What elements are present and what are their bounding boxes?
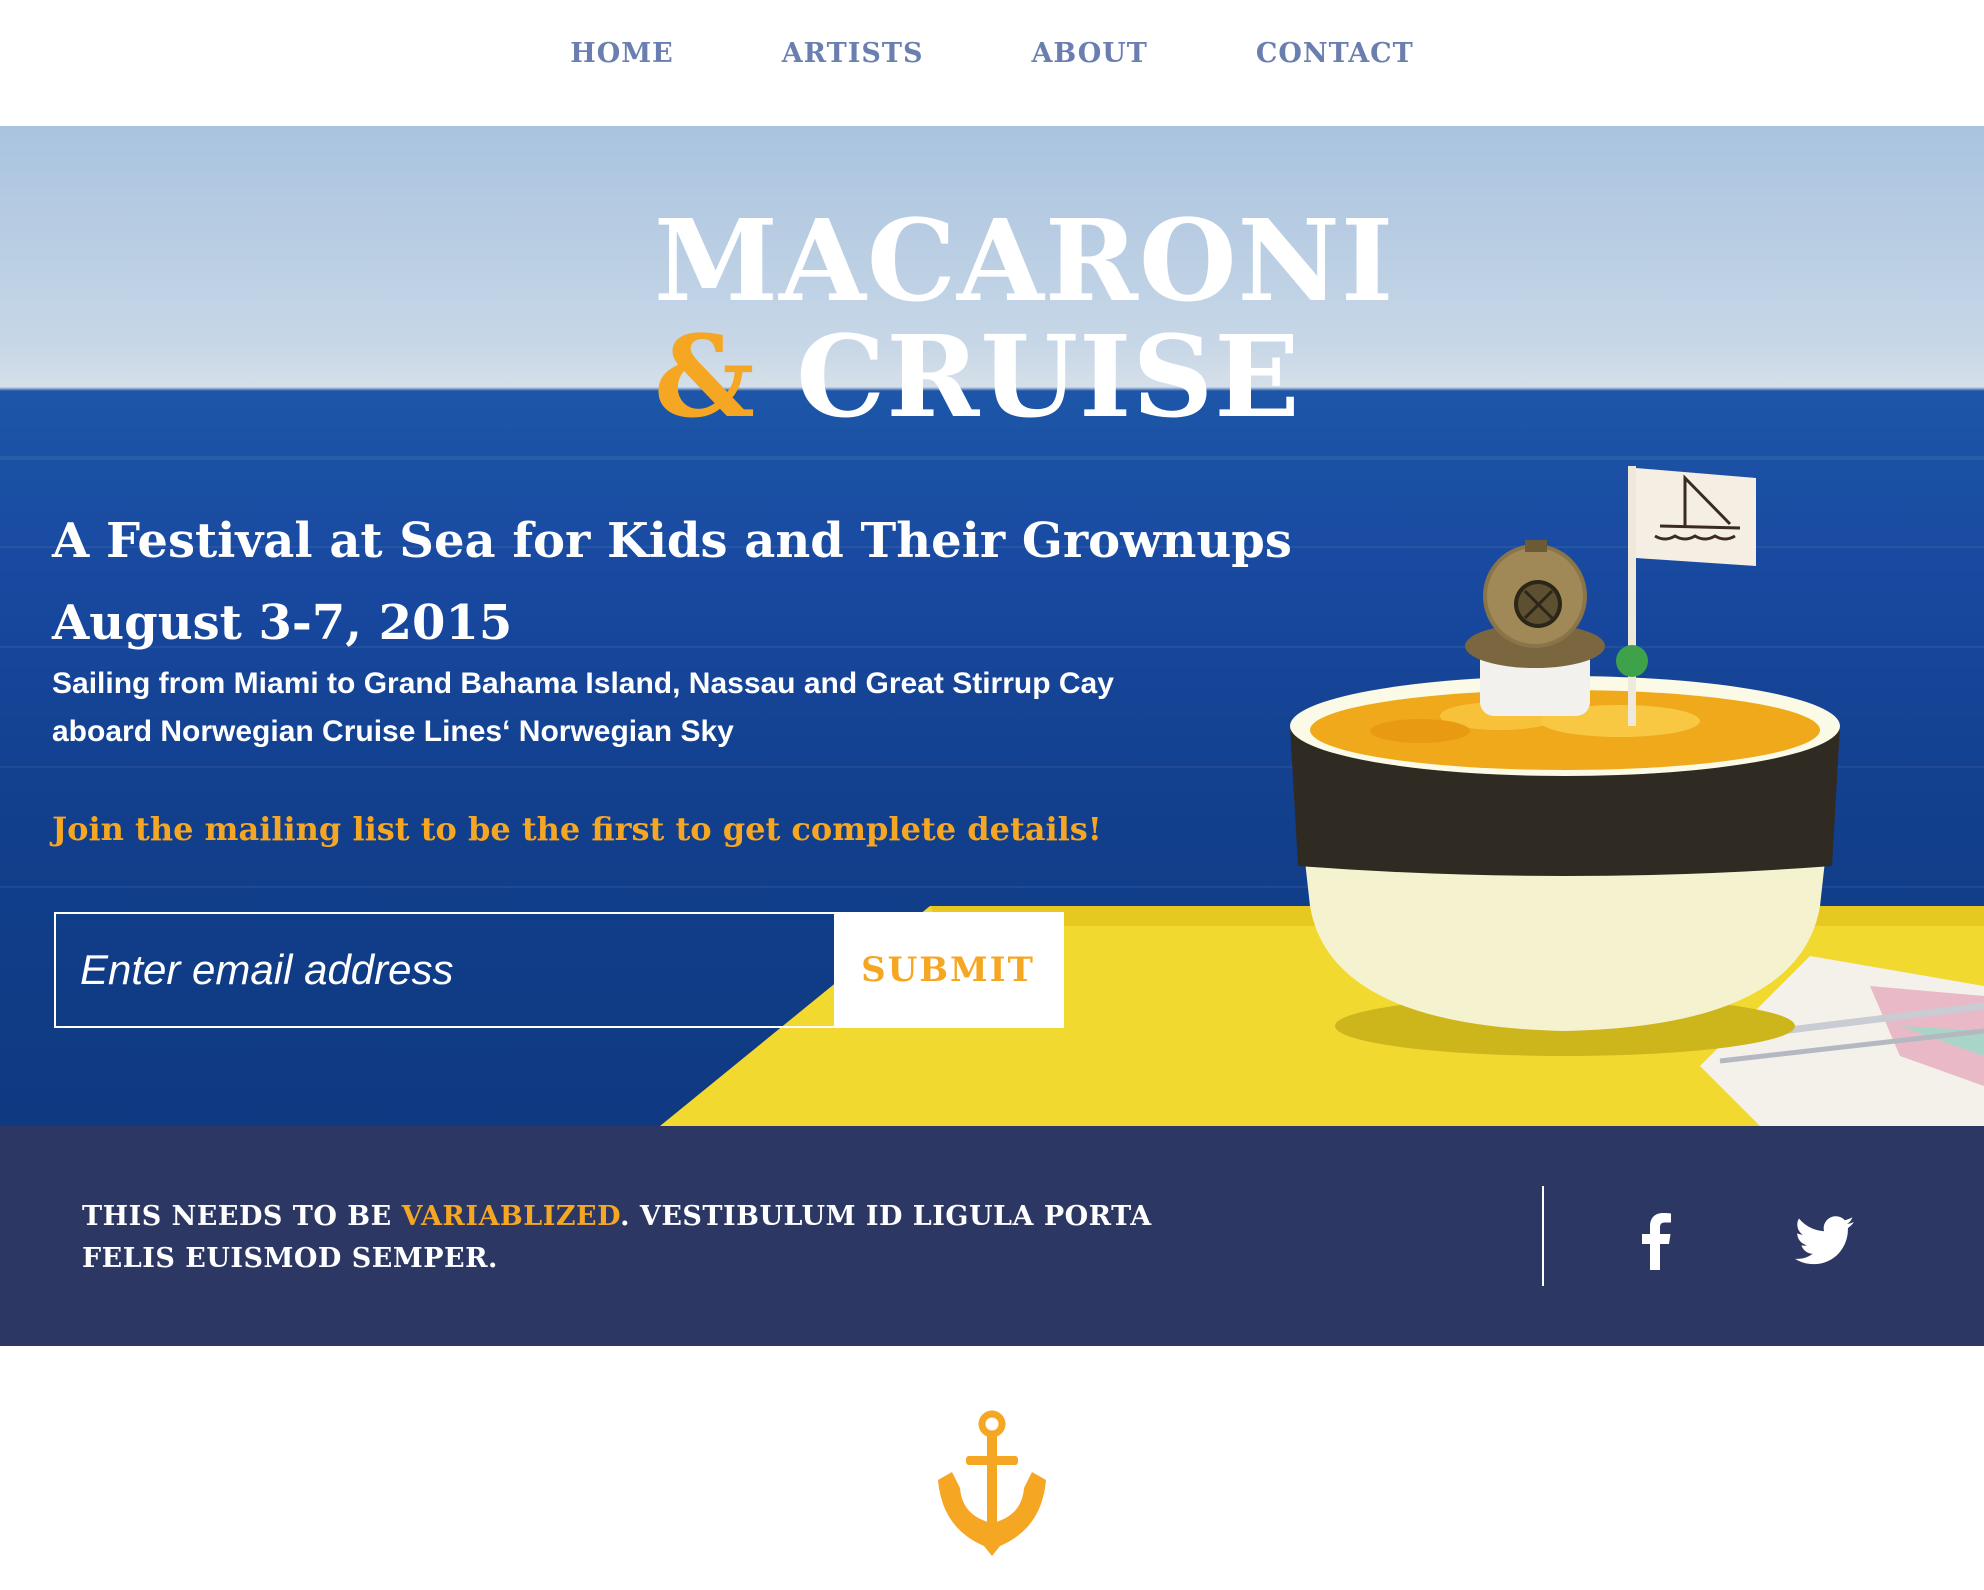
- title-ampersand: &: [654, 312, 757, 443]
- nav-contact[interactable]: CONTACT: [1256, 38, 1414, 69]
- top-nav: HOME ARTISTS ABOUT CONTACT: [0, 0, 1984, 126]
- facebook-icon: [1642, 1213, 1671, 1270]
- submit-button[interactable]: SUBMIT: [834, 914, 1062, 1026]
- sailing-ship: aboard Norwegian Cruise Lines‘ Norwegian…: [52, 715, 734, 748]
- band-text-highlight: VARIABLIZED: [401, 1201, 621, 1232]
- band-divider: [1542, 1186, 1544, 1286]
- twitter-icon: [1795, 1216, 1854, 1265]
- sailing-details: Sailing from Miami to Grand Bahama Islan…: [52, 660, 1114, 756]
- anchor-icon: [938, 1410, 1046, 1556]
- nav-home[interactable]: HOME: [570, 38, 674, 69]
- sailing-route: Sailing from Miami to Grand Bahama Islan…: [52, 667, 1114, 700]
- title-line-2: CRUISE: [796, 312, 1301, 443]
- festival-tagline: A Festival at Sea for Kids and Their Gro…: [52, 500, 1292, 664]
- tagline-dates: August 3-7, 2015: [52, 595, 513, 651]
- band-text-start: THIS NEEDS TO BE: [82, 1201, 402, 1232]
- info-band: THIS NEEDS TO BE VARIABLIZED. VESTIBULUM…: [0, 1126, 1984, 1346]
- nav-artists[interactable]: ARTISTS: [782, 38, 924, 69]
- festival-title: MACARONI & CRUISE: [654, 204, 1394, 436]
- bowl-image: [1290, 676, 1840, 1031]
- nav-about[interactable]: ABOUT: [1031, 38, 1147, 69]
- hero-section: MACARONI & CRUISE A Festival at Sea for …: [0, 126, 1984, 1126]
- email-input[interactable]: [56, 914, 834, 1026]
- title-line-1: MACARONI: [654, 196, 1395, 327]
- band-text: THIS NEEDS TO BE VARIABLIZED. VESTIBULUM…: [82, 1196, 1242, 1280]
- newsletter-form: SUBMIT: [54, 912, 1064, 1028]
- mailing-list-cta: Join the mailing list to be the first to…: [52, 810, 1102, 848]
- tagline-line-1: A Festival at Sea for Kids and Their Gro…: [52, 513, 1292, 569]
- facebook-link[interactable]: [1622, 1206, 1692, 1276]
- twitter-link[interactable]: [1790, 1206, 1860, 1276]
